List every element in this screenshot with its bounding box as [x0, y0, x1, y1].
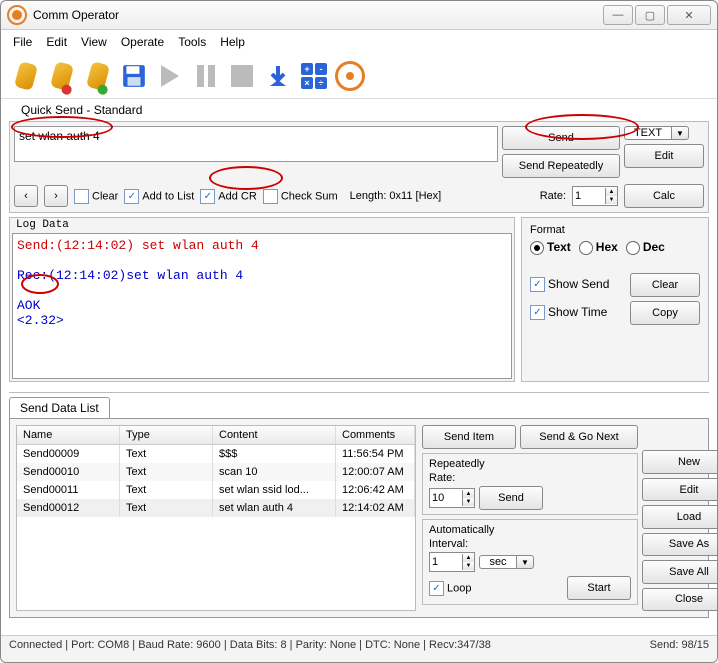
format-text-radio[interactable]: Text [530, 240, 571, 255]
table-row[interactable]: Send00010Textscan 1012:00:07 AM [17, 463, 415, 481]
format-title: Format [530, 224, 700, 236]
format-dec-radio[interactable]: Dec [626, 240, 665, 255]
status-right: Send: 98/15 [650, 639, 709, 659]
col-comments[interactable]: Comments [336, 426, 415, 444]
save-as-button[interactable]: Save As [642, 533, 718, 556]
col-type[interactable]: Type [120, 426, 213, 444]
prev-button[interactable]: ‹ [14, 185, 38, 207]
send-button[interactable]: Send [502, 126, 620, 150]
send-data-table[interactable]: Name Type Content Comments Send00009Text… [16, 425, 416, 611]
maximize-button[interactable]: ▢ [635, 5, 665, 25]
download-button[interactable] [263, 61, 293, 91]
stop-button[interactable] [227, 61, 257, 91]
new-button[interactable]: New [642, 450, 718, 473]
add-cr-checkbox[interactable]: ✓Add CR [200, 189, 257, 204]
add-to-list-checkbox[interactable]: ✓Add to List [124, 189, 194, 204]
start-button[interactable]: Start [567, 576, 631, 600]
tab-send-data-list[interactable]: Send Data List [9, 397, 110, 418]
send-item-button[interactable]: Send Item [422, 425, 516, 449]
status-bar: Connected | Port: COM8 | Baud Rate: 9600… [1, 635, 717, 662]
send-repeatedly-button[interactable]: Send Repeatedly [502, 154, 620, 178]
interval-stepper[interactable]: ▲▼ [429, 552, 475, 572]
close-list-button[interactable]: Close [642, 588, 718, 611]
app-window: Comm Operator — ▢ ✕ File Edit View Opera… [0, 0, 718, 663]
automatically-box: Automatically Interval: ▲▼ sec▼ ✓Loop St… [422, 519, 638, 605]
copy-log-button[interactable]: Copy [630, 301, 700, 325]
menu-tools[interactable]: Tools [178, 35, 206, 49]
edit-list-button[interactable]: Edit [642, 478, 718, 501]
load-button[interactable]: Load [642, 505, 718, 528]
log-data-panel: Log Data Send:(12:14:02) set wlan auth 4… [9, 217, 515, 382]
send-go-next-button[interactable]: Send & Go Next [520, 425, 638, 449]
connect-button[interactable] [11, 61, 41, 91]
table-row[interactable]: Send00009Text$$$11:56:54 PM [17, 445, 415, 463]
minimize-button[interactable]: — [603, 5, 633, 25]
pause-button[interactable] [191, 61, 221, 91]
check-sum-checkbox[interactable]: Check Sum [263, 189, 338, 204]
edit-button[interactable]: Edit [624, 144, 704, 168]
close-button[interactable]: ✕ [667, 5, 711, 25]
text-mode-dropdown[interactable]: TEXT▼ [624, 126, 704, 140]
length-label: Length: 0x11 [Hex] [350, 190, 442, 202]
menu-help[interactable]: Help [220, 35, 245, 49]
format-panel: Format Text Hex Dec ✓Show Send Clear ✓Sh… [521, 217, 709, 382]
title-bar: Comm Operator — ▢ ✕ [1, 1, 717, 30]
disconnect-button[interactable] [47, 61, 77, 91]
menu-edit[interactable]: Edit [46, 35, 67, 49]
status-left: Connected | Port: COM8 | Baud Rate: 9600… [9, 639, 491, 659]
log-output[interactable]: Send:(12:14:02) set wlan auth 4 Rec:(12:… [12, 233, 512, 379]
toolbar: +-×÷ [1, 54, 717, 99]
rate-label: Rate: [540, 190, 566, 202]
quick-send-label: Quick Send - Standard [9, 99, 709, 121]
clear-checkbox[interactable]: Clear [74, 189, 118, 204]
menu-operate[interactable]: Operate [121, 35, 164, 49]
log-data-title: Log Data [12, 219, 73, 231]
menu-view[interactable]: View [81, 35, 107, 49]
send-input[interactable]: set wlan auth 4 [14, 126, 498, 162]
col-content[interactable]: Content [213, 426, 336, 444]
menu-bar: File Edit View Operate Tools Help [1, 30, 717, 54]
interval-unit-dropdown[interactable]: sec▼ [479, 555, 534, 569]
loop-checkbox[interactable]: ✓Loop [429, 581, 563, 596]
menu-file[interactable]: File [13, 35, 32, 49]
table-row[interactable]: Send00012Textset wlan auth 412:14:02 AM [17, 499, 415, 517]
calc-button[interactable]: Calc [624, 184, 704, 208]
quick-send-panel: set wlan auth 4 Send Send Repeatedly TEX… [9, 121, 709, 213]
table-row[interactable]: Send00011Textset wlan ssid lod...12:06:4… [17, 481, 415, 499]
repeatedly-box: Repeatedly Rate: ▲▼ Send [422, 453, 638, 515]
window-title: Comm Operator [33, 8, 603, 22]
save-all-button[interactable]: Save All [642, 560, 718, 583]
repeat-send-button[interactable]: Send [479, 486, 543, 510]
col-name[interactable]: Name [17, 426, 120, 444]
app-icon [7, 5, 27, 25]
show-time-checkbox[interactable]: ✓Show Time [530, 305, 622, 320]
show-send-checkbox[interactable]: ✓Show Send [530, 277, 622, 292]
reconnect-button[interactable] [83, 61, 113, 91]
format-hex-radio[interactable]: Hex [579, 240, 618, 255]
calculator-button[interactable]: +-×÷ [299, 61, 329, 91]
next-button[interactable]: › [44, 185, 68, 207]
play-button[interactable] [155, 61, 185, 91]
save-button[interactable] [119, 61, 149, 91]
about-button[interactable] [335, 61, 365, 91]
clear-log-button[interactable]: Clear [630, 273, 700, 297]
rate-stepper[interactable]: ▲▼ [572, 186, 618, 206]
repeat-rate-stepper[interactable]: ▲▼ [429, 488, 475, 508]
